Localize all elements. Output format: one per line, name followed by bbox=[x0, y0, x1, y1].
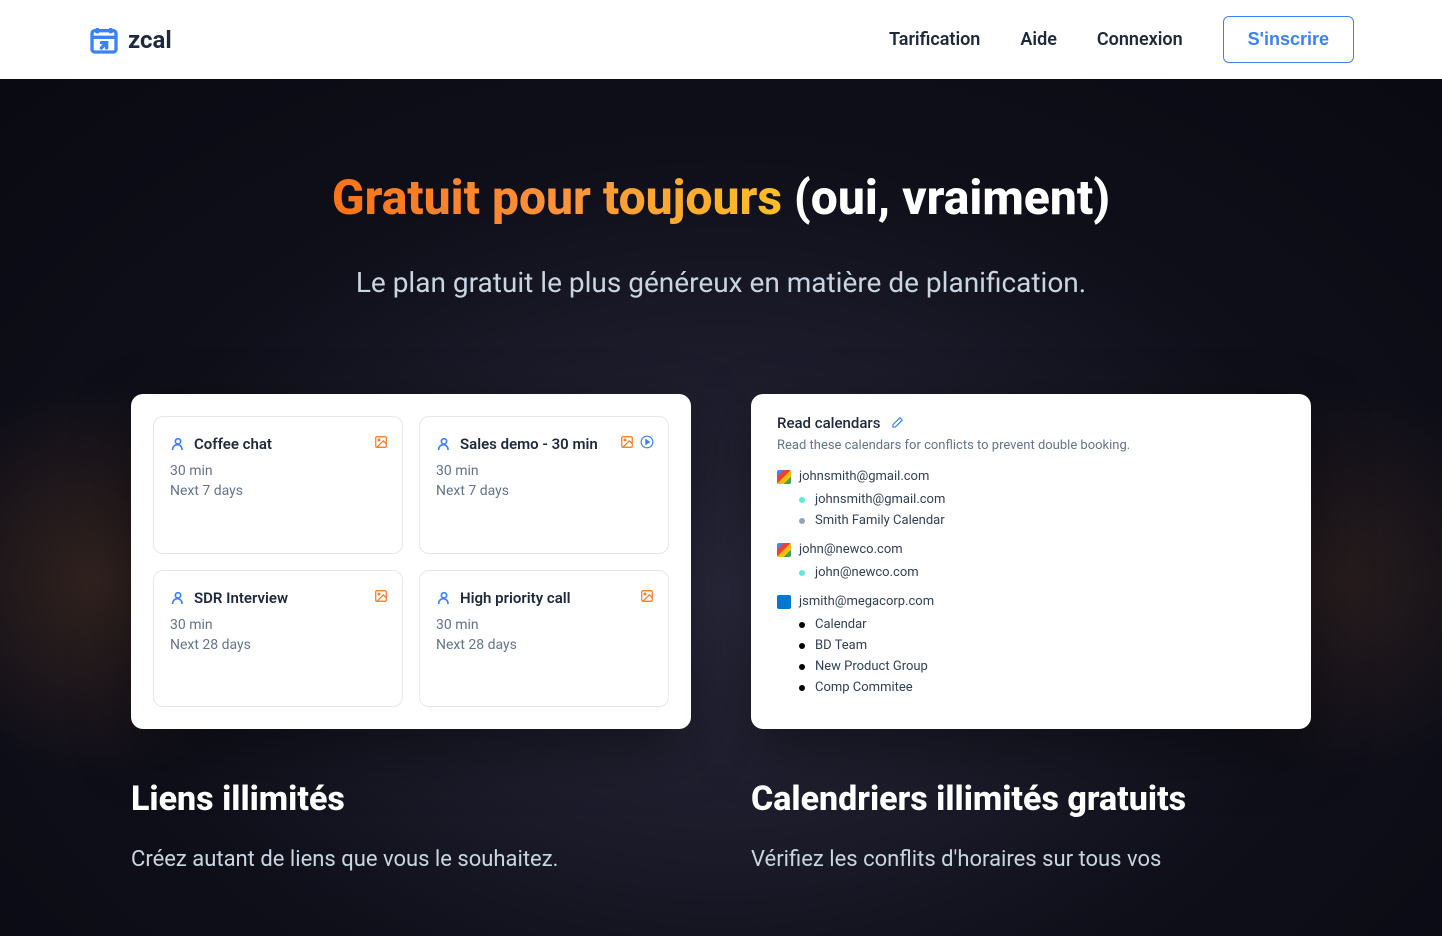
link-item[interactable]: Coffee chat 30 min Next 7 days bbox=[153, 416, 403, 554]
nav-help[interactable]: Aide bbox=[1020, 29, 1057, 50]
account-header[interactable]: john@newco.com bbox=[777, 542, 1285, 557]
features-row: Liens illimités Créez autant de liens qu… bbox=[88, 779, 1354, 876]
link-range: Next 28 days bbox=[170, 637, 386, 653]
calendar-name: New Product Group bbox=[815, 659, 928, 674]
person-icon bbox=[436, 436, 452, 452]
link-icons bbox=[620, 435, 654, 449]
link-icons bbox=[640, 589, 654, 603]
account-group: jsmith@megacorp.com Calendar BD Team New… bbox=[777, 594, 1285, 695]
feature-left: Liens illimités Créez autant de liens qu… bbox=[131, 779, 691, 876]
hero-title: Gratuit pour toujours (oui, vraiment) bbox=[88, 169, 1354, 226]
link-title: High priority call bbox=[460, 589, 571, 607]
calendar-color-dot bbox=[799, 685, 805, 691]
link-item[interactable]: SDR Interview 30 min Next 28 days bbox=[153, 570, 403, 708]
link-range: Next 28 days bbox=[436, 637, 652, 653]
nav-pricing[interactable]: Tarification bbox=[889, 29, 980, 50]
nav-login[interactable]: Connexion bbox=[1097, 29, 1183, 50]
google-icon bbox=[777, 543, 791, 557]
link-duration: 30 min bbox=[170, 463, 386, 479]
link-range: Next 7 days bbox=[436, 483, 652, 499]
link-icons bbox=[374, 435, 388, 449]
calendar-name: BD Team bbox=[815, 638, 867, 653]
logo[interactable]: zcal bbox=[88, 24, 172, 56]
calendar-name: john@newco.com bbox=[815, 565, 919, 580]
calendar-icon bbox=[88, 24, 120, 56]
link-header: Coffee chat bbox=[170, 435, 386, 453]
account-email: jsmith@megacorp.com bbox=[799, 594, 934, 609]
account-email: johnsmith@gmail.com bbox=[799, 469, 929, 484]
account-header[interactable]: jsmith@megacorp.com bbox=[777, 594, 1285, 609]
link-item[interactable]: Sales demo - 30 min 30 min Next 7 days bbox=[419, 416, 669, 554]
person-icon bbox=[170, 590, 186, 606]
person-icon bbox=[170, 436, 186, 452]
calendar-color-dot bbox=[799, 497, 805, 503]
calendar-item[interactable]: Smith Family Calendar bbox=[799, 513, 1285, 528]
edit-icon[interactable] bbox=[890, 416, 904, 430]
main-nav: Tarification Aide Connexion S'inscrire bbox=[889, 16, 1354, 63]
cards-row: Coffee chat 30 min Next 7 days Sales dem… bbox=[88, 394, 1354, 729]
links-card: Coffee chat 30 min Next 7 days Sales dem… bbox=[131, 394, 691, 729]
feature-left-title: Liens illimités bbox=[131, 779, 691, 819]
logo-text: zcal bbox=[128, 26, 172, 54]
link-title: Coffee chat bbox=[194, 435, 272, 453]
link-duration: 30 min bbox=[436, 463, 652, 479]
link-header: High priority call bbox=[436, 589, 652, 607]
signup-button[interactable]: S'inscrire bbox=[1223, 16, 1354, 63]
link-duration: 30 min bbox=[436, 617, 652, 633]
calendar-item[interactable]: john@newco.com bbox=[799, 565, 1285, 580]
link-title: Sales demo - 30 min bbox=[460, 435, 598, 453]
hero-title-rest: (oui, vraiment) bbox=[782, 169, 1110, 226]
calendars-card-subtitle: Read these calendars for conflicts to pr… bbox=[777, 438, 1285, 453]
calendar-color-dot bbox=[799, 518, 805, 524]
link-range: Next 7 days bbox=[170, 483, 386, 499]
calendar-color-dot bbox=[799, 570, 805, 576]
hero-section: Gratuit pour toujours (oui, vraiment) Le… bbox=[0, 79, 1442, 936]
link-item[interactable]: High priority call 30 min Next 28 days bbox=[419, 570, 669, 708]
calendar-name: Calendar bbox=[815, 617, 867, 632]
calendar-color-dot bbox=[799, 643, 805, 649]
outlook-icon bbox=[777, 595, 791, 609]
calendar-name: johnsmith@gmail.com bbox=[815, 492, 945, 507]
calendars-card: Read calendars Read these calendars for … bbox=[751, 394, 1311, 729]
image-icon bbox=[640, 589, 654, 603]
feature-left-desc: Créez autant de liens que vous le souhai… bbox=[131, 843, 691, 876]
hero-title-gradient: Gratuit pour toujours bbox=[332, 169, 782, 226]
calendar-item[interactable]: BD Team bbox=[799, 638, 1285, 653]
account-group: johnsmith@gmail.com johnsmith@gmail.com … bbox=[777, 469, 1285, 528]
link-icons bbox=[374, 589, 388, 603]
calendar-name: Comp Commitee bbox=[815, 680, 913, 695]
calendar-name: Smith Family Calendar bbox=[815, 513, 945, 528]
link-duration: 30 min bbox=[170, 617, 386, 633]
feature-right-desc: Vérifiez les conflits d'horaires sur tou… bbox=[751, 843, 1311, 876]
account-group: john@newco.com john@newco.com bbox=[777, 542, 1285, 580]
image-icon bbox=[620, 435, 634, 449]
account-email: john@newco.com bbox=[799, 542, 903, 557]
calendar-color-dot bbox=[799, 664, 805, 670]
play-icon bbox=[640, 435, 654, 449]
calendar-item[interactable]: New Product Group bbox=[799, 659, 1285, 674]
feature-right: Calendriers illimités gratuits Vérifiez … bbox=[751, 779, 1311, 876]
calendar-item[interactable]: Calendar bbox=[799, 617, 1285, 632]
image-icon bbox=[374, 589, 388, 603]
calendar-item[interactable]: Comp Commitee bbox=[799, 680, 1285, 695]
person-icon bbox=[436, 590, 452, 606]
link-header: SDR Interview bbox=[170, 589, 386, 607]
hero-subtitle: Le plan gratuit le plus généreux en mati… bbox=[311, 262, 1131, 304]
accounts-list: johnsmith@gmail.com johnsmith@gmail.com … bbox=[777, 469, 1285, 695]
calendars-card-header: Read calendars bbox=[777, 414, 1285, 432]
site-header: zcal Tarification Aide Connexion S'inscr… bbox=[0, 0, 1442, 79]
account-header[interactable]: johnsmith@gmail.com bbox=[777, 469, 1285, 484]
feature-right-title: Calendriers illimités gratuits bbox=[751, 779, 1311, 819]
google-icon bbox=[777, 470, 791, 484]
link-title: SDR Interview bbox=[194, 589, 288, 607]
calendar-item[interactable]: johnsmith@gmail.com bbox=[799, 492, 1285, 507]
calendars-card-title: Read calendars bbox=[777, 414, 880, 432]
calendar-color-dot bbox=[799, 622, 805, 628]
image-icon bbox=[374, 435, 388, 449]
